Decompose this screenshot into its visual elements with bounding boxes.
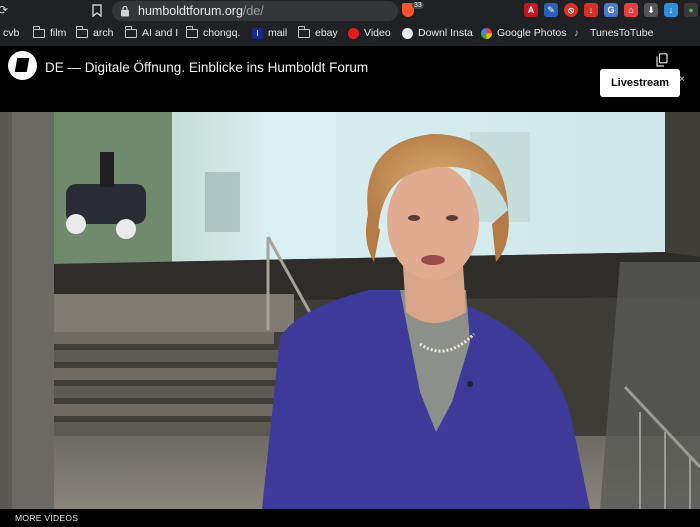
- blocked-count-badge: 33: [412, 2, 424, 9]
- acrobat-extension-icon[interactable]: A: [524, 3, 538, 17]
- more-videos-link[interactable]: MORE VIDEOS: [15, 513, 78, 523]
- humboldt-forum-logo[interactable]: [8, 51, 37, 80]
- livestream-button[interactable]: Livestream: [600, 69, 680, 97]
- bookmark-folder-arch[interactable]: arch: [75, 26, 113, 39]
- bookmarks-bar: cvb film arch AI and I chongq. Imail eba…: [0, 22, 700, 46]
- bookmark-downl-insta[interactable]: Downl Insta: [402, 27, 473, 39]
- reload-icon[interactable]: ⟳: [0, 3, 10, 17]
- brave-shields-icon[interactable]: 33: [402, 2, 424, 19]
- mail-icon: I: [252, 27, 263, 39]
- bookmark-folder-chongq[interactable]: chongq.: [185, 26, 240, 39]
- folder-icon: [32, 26, 45, 38]
- player-header: [0, 46, 700, 112]
- video-title: DE — Digitale Öffnung. Einblicke ins Hum…: [45, 60, 369, 75]
- bookmark-cvb[interactable]: cvb: [3, 27, 19, 39]
- bookmark-icon[interactable]: [92, 4, 102, 17]
- web-clipper-extension-icon[interactable]: ⌂: [624, 3, 638, 17]
- translate-extension-icon[interactable]: G: [604, 3, 618, 17]
- google-photos-icon: [481, 27, 492, 39]
- bookmark-google-photos[interactable]: Google Photos: [481, 27, 566, 39]
- url-text: humboldtforum.org/de/: [138, 4, 264, 18]
- save-extension-icon[interactable]: ⬇: [644, 3, 658, 17]
- download-extension-icon[interactable]: ↓: [584, 3, 598, 17]
- bookmark-folder-ai-and-i[interactable]: AI and I: [124, 26, 178, 39]
- address-bar[interactable]: humboldtforum.org/de/: [112, 1, 398, 21]
- block-extension-icon[interactable]: ⦸: [564, 3, 578, 17]
- video-frame[interactable]: [0, 112, 700, 509]
- folder-icon: [75, 26, 88, 38]
- folder-icon: [185, 26, 198, 38]
- copy-link-icon[interactable]: [656, 53, 668, 67]
- video-still: [0, 112, 700, 509]
- folder-icon: [297, 26, 310, 38]
- pen-extension-icon[interactable]: ✎: [544, 3, 558, 17]
- lock-icon: [121, 5, 129, 17]
- bookmark-tunestotube[interactable]: ♪ TunesToTube: [574, 27, 653, 39]
- extension-icons: A ✎ ⦸ ↓ G ⌂ ⬇ ↓ ●: [524, 3, 698, 17]
- arrow-extension-icon[interactable]: ↓: [664, 3, 678, 17]
- bookmark-folder-ebay[interactable]: ebay: [297, 26, 338, 39]
- globe-icon: [402, 27, 413, 39]
- bookmark-mail[interactable]: Imail: [252, 27, 287, 39]
- player-footer: [0, 509, 700, 527]
- green-extension-icon[interactable]: ●: [684, 3, 698, 17]
- folder-icon: [124, 26, 137, 38]
- tunestotube-icon: ♪: [574, 27, 579, 39]
- bookmark-folder-film[interactable]: film: [32, 26, 66, 39]
- video-icon: [348, 27, 359, 39]
- browser-toolbar: ⟳ humboldtforum.org/de/ 33 A ✎ ⦸ ↓ G ⌂ ⬇…: [0, 0, 700, 22]
- bookmark-video[interactable]: Video: [348, 27, 391, 39]
